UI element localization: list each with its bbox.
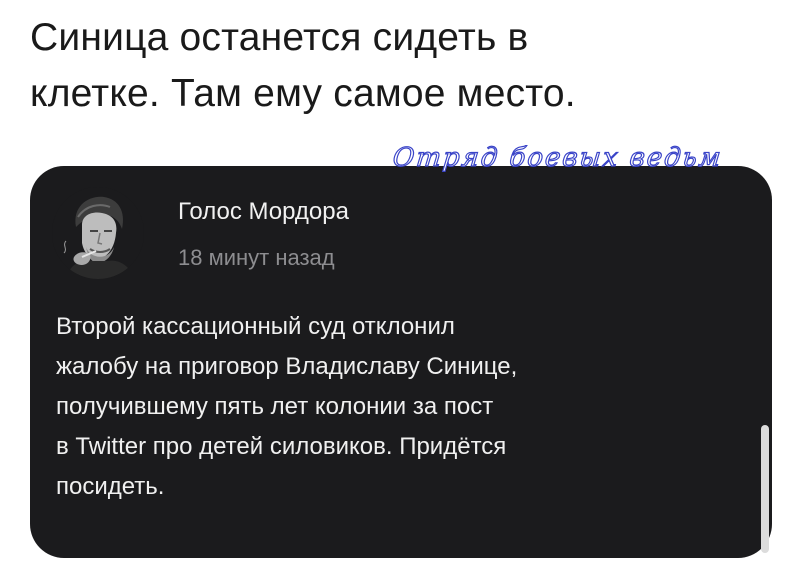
post-text-line: жалобу на приговор Владиславу Синице,	[56, 353, 518, 380]
post-text-line: посидеть.	[56, 473, 165, 500]
post-text: Второй кассационный суд отклонил жалобу …	[56, 307, 746, 507]
post-author-name[interactable]: Голос Мордора	[178, 198, 349, 226]
meme-caption: Синица останется сидеть в клетке. Там ем…	[30, 10, 770, 122]
avatar[interactable]	[52, 187, 144, 279]
post-timestamp: 18 минут назад	[178, 245, 335, 270]
post-text-line: получившему пять лет колонии за пост	[56, 393, 494, 420]
watermark-logo: Отряд боевых ведьм	[391, 142, 725, 173]
post-text-line: в Twitter про детей силовиков. Придётся	[56, 433, 507, 460]
avatar-photo-icon	[52, 187, 144, 279]
caption-line-1: Синица останется сидеть в	[30, 16, 529, 59]
post-text-line: Второй кассационный суд отклонил	[56, 313, 455, 340]
caption-line-2: клетке. Там ему самое место.	[30, 72, 576, 115]
scrollbar[interactable]	[761, 425, 769, 553]
